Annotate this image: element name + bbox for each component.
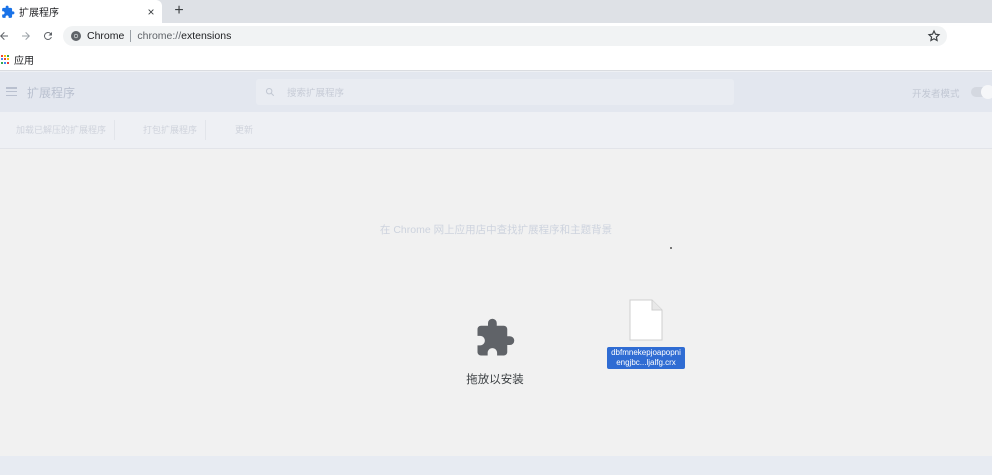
apps-grid-icon[interactable] [1,55,9,64]
file-name-label: dbfmnekepjoapopniengjbc...ljalfg.crx [607,347,685,369]
search-placeholder: 搜索扩展程序 [287,88,345,99]
file-icon [629,299,663,341]
close-icon[interactable]: × [144,5,158,19]
url-path: extensions [181,30,232,42]
search-extensions-input[interactable]: 搜索扩展程序 [256,79,734,105]
url-scheme: chrome:// [137,30,182,42]
tab-title: 扩展程序 [19,8,59,19]
web-store-link[interactable]: 在 Chrome 网上应用店中查找扩展程序和主题背景 [0,222,992,237]
new-tab-button[interactable]: + [170,2,188,20]
star-icon[interactable] [927,29,941,43]
bookmarks-bar: 应用 [0,49,992,71]
drop-to-install-label: 拖放以安装 [466,374,524,386]
dragged-file[interactable]: dbfmnekepjoapopniengjbc...ljalfg.crx [606,298,686,374]
back-arrow-icon[interactable] [0,26,14,46]
tab-extensions[interactable]: 扩展程序 × [0,0,162,23]
page-title: 扩展程序 [27,86,76,100]
load-unpacked-button[interactable]: 加载已解压的扩展程序 [8,120,116,140]
toolbar: Chrome chrome://extensions [0,23,992,66]
reload-icon[interactable] [38,26,58,46]
address-bar[interactable]: Chrome chrome://extensions [63,26,947,46]
hamburger-menu-icon[interactable] [6,87,17,96]
tab-strip: 扩展程序 × + [0,0,992,23]
apps-bookmark[interactable]: 应用 [14,52,34,67]
puzzle-icon [1,5,15,19]
search-icon [265,87,275,97]
url-separator [130,30,132,42]
update-button[interactable]: 更新 [227,120,261,140]
footer-strip [0,456,992,475]
cursor-speck [670,247,672,249]
url-text: chrome://extensions [137,30,231,42]
forward-arrow-icon[interactable] [16,26,36,46]
chrome-icon [70,30,82,42]
pack-extension-button[interactable]: 打包扩展程序 [135,120,207,140]
extensions-header: 扩展程序 搜索扩展程序 开发者模式 [0,72,992,112]
puzzle-icon [477,318,515,356]
extensions-page[interactable]: 扩展程序 搜索扩展程序 开发者模式 加载已解压的扩展程序 打包扩展程序 更新 在… [0,72,992,475]
developer-toolbar: 加载已解压的扩展程序 打包扩展程序 更新 [0,112,992,149]
site-chip-label: Chrome [87,30,125,42]
drop-zone[interactable]: 拖放以安装 [440,312,550,392]
developer-mode-toggle[interactable] [971,85,992,99]
developer-mode-label: 开发者模式 [912,89,960,100]
